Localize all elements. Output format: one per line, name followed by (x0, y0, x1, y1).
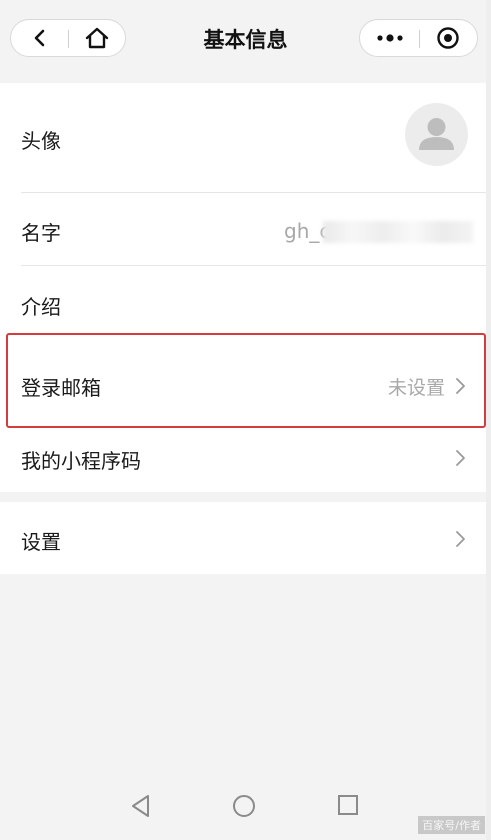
more-dots-icon (377, 34, 403, 42)
mini-program-code-row[interactable]: 我的小程序码 (0, 424, 491, 492)
system-navigation-bar: 百家号/作者 (0, 782, 491, 840)
name-redaction (323, 221, 473, 243)
settings-label: 设置 (21, 530, 61, 554)
login-email-label: 登录邮箱 (21, 376, 101, 400)
edge-strip (486, 0, 491, 840)
close-button[interactable] (422, 20, 474, 56)
name-row[interactable]: 名字 gh_c (0, 193, 491, 266)
mini-program-code-label: 我的小程序码 (21, 449, 141, 473)
chevron-right-icon (456, 531, 465, 547)
avatar[interactable] (405, 103, 468, 166)
circle-home-icon[interactable] (232, 794, 256, 818)
login-email-value: 未设置 (388, 377, 446, 399)
avatar-row[interactable]: 头像 (0, 83, 491, 193)
chevron-right-icon (456, 378, 465, 394)
target-close-icon (437, 27, 459, 49)
navigation-bar: 基本信息 (0, 0, 491, 82)
more-button[interactable] (364, 20, 416, 56)
triangle-back-icon[interactable] (130, 794, 152, 818)
intro-label: 介绍 (21, 295, 61, 319)
intro-row[interactable]: 介绍 (0, 266, 491, 340)
nav-right-capsule (359, 19, 478, 57)
login-email-row[interactable]: 登录邮箱 未设置 (0, 340, 491, 424)
capsule-divider (419, 30, 420, 48)
watermark: 百家号/作者 (418, 816, 485, 834)
avatar-label: 头像 (21, 129, 61, 153)
avatar-placeholder-icon (419, 118, 454, 150)
name-label: 名字 (21, 221, 61, 245)
square-recents-icon[interactable] (337, 794, 359, 816)
settings-row[interactable]: 设置 (0, 502, 491, 574)
chevron-right-icon (456, 450, 465, 466)
